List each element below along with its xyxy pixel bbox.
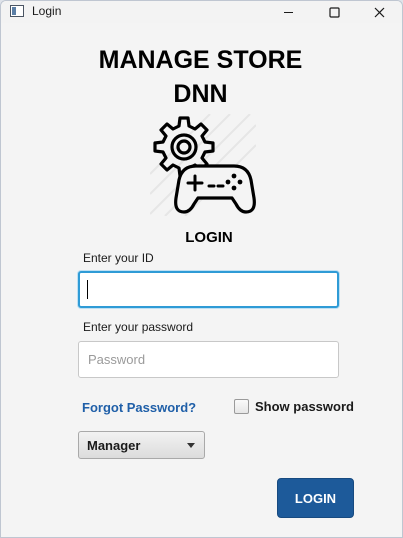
show-password-toggle[interactable]: Show password [234,399,354,414]
close-button[interactable] [357,1,401,23]
forgot-password-link[interactable]: Forgot Password? [82,400,196,415]
gear-gamepad-icon [150,114,256,216]
id-label: Enter your ID [83,251,154,265]
title-bar: Login [1,1,402,23]
role-select-value: Manager [87,437,141,453]
app-icon [10,5,24,17]
role-select[interactable]: Manager [78,431,205,459]
minimize-button[interactable] [266,1,310,23]
close-icon [374,7,384,17]
store-title-line1: MANAGE STORE [98,46,303,74]
maximize-icon [328,6,340,18]
window-title: Login [32,4,62,18]
id-input[interactable] [78,271,339,308]
store-title: MANAGE STORE DNN [1,43,400,111]
login-window: Login MANAGE STORE DNN LOGIN Enter your … [0,0,403,538]
text-caret [87,280,88,299]
login-heading: LOGIN [185,229,233,246]
store-title-line2: DNN [173,80,228,108]
password-input[interactable] [78,341,339,378]
maximize-button[interactable] [312,1,356,23]
password-label: Enter your password [83,320,194,334]
show-password-checkbox[interactable] [234,399,249,414]
chevron-down-icon [187,443,195,448]
login-button[interactable]: LOGIN [277,478,354,518]
show-password-label: Show password [255,399,354,414]
minimize-icon [283,11,293,13]
